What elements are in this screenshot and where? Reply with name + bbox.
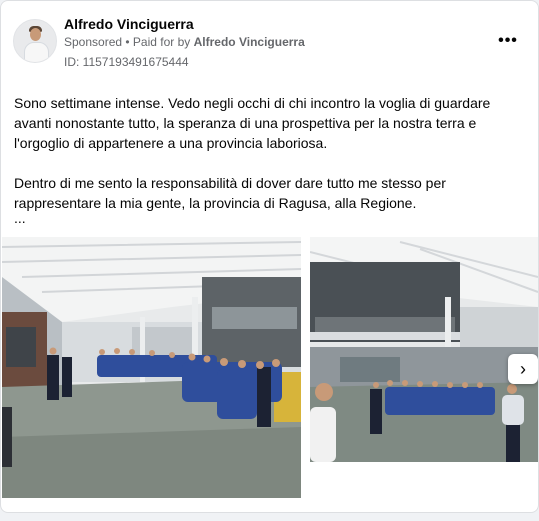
factory-photo-2	[310, 237, 538, 462]
post-paragraph-1: Sono settimane intense. Vedo negli occhi…	[14, 95, 491, 151]
avatar-head	[30, 28, 41, 41]
author-name[interactable]: Alfredo Vinciguerra	[64, 16, 194, 32]
paid-by-name: Alfredo Vinciguerra	[193, 35, 305, 49]
paid-for-label: Paid for by	[132, 35, 194, 49]
avatar-body	[24, 42, 49, 62]
ad-id: ID: 1157193491675444	[64, 55, 189, 69]
carousel-photo-2[interactable]	[310, 237, 538, 462]
more-horizontal-icon: •••	[498, 32, 518, 49]
ad-post-card: Alfredo Vinciguerra Sponsored • Paid for…	[0, 0, 539, 513]
factory-photo-1	[2, 237, 301, 498]
meta-separator: •	[122, 35, 133, 49]
carousel-photo-1[interactable]	[2, 237, 301, 498]
more-options-button[interactable]: •••	[495, 31, 521, 51]
sponsored-line: Sponsored • Paid for by Alfredo Vincigue…	[64, 35, 305, 49]
post-text: Sono settimane intense. Vedo negli occhi…	[14, 93, 519, 213]
carousel-next-button[interactable]: ›	[508, 354, 538, 384]
see-more-ellipsis[interactable]: ...	[14, 210, 26, 226]
author-avatar[interactable]	[13, 19, 57, 63]
post-paragraph-2: Dentro di me sento la responsabilità di …	[14, 175, 446, 211]
chevron-right-icon: ›	[520, 358, 526, 379]
sponsored-label: Sponsored	[64, 35, 123, 49]
